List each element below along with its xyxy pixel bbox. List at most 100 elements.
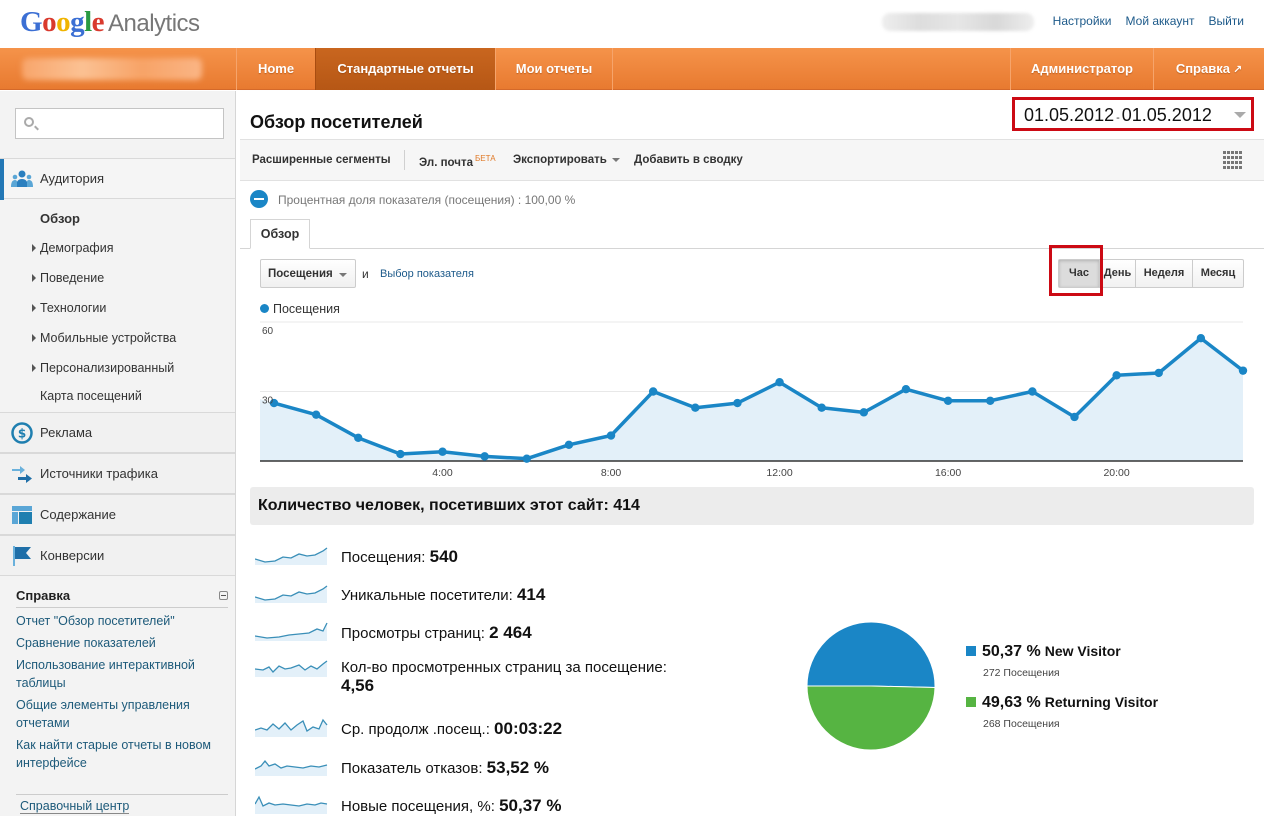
sign-out-link[interactable]: Выйти bbox=[1208, 14, 1244, 28]
email-button[interactable]: Эл. почта БЕТА bbox=[419, 154, 496, 169]
pie-slice-new-visitor[interactable] bbox=[806, 621, 936, 688]
chevron-down-icon bbox=[1234, 112, 1246, 118]
data-point-21:00 bbox=[1154, 368, 1163, 378]
nav-my-reports[interactable]: Мои отчеты bbox=[495, 48, 613, 90]
sidebar-subitem-custom[interactable]: Персонализированный bbox=[32, 361, 174, 375]
sidebar-subitem-behavior[interactable]: Поведение bbox=[32, 271, 104, 285]
sidebar-subitem-overview[interactable]: Обзор bbox=[40, 211, 80, 226]
sparkline-icon bbox=[255, 795, 328, 814]
grid-view-icon[interactable] bbox=[1223, 151, 1242, 170]
sidebar-item-audience[interactable]: Аудитория bbox=[0, 158, 235, 200]
expand-triangle-icon bbox=[32, 274, 36, 282]
data-point-10:00 bbox=[691, 403, 700, 412]
add-to-dashboard-button[interactable]: Добавить в сводку bbox=[634, 154, 743, 166]
sidebar-search-input[interactable] bbox=[15, 108, 224, 139]
expand-triangle-icon bbox=[32, 364, 36, 372]
tab-divider bbox=[240, 248, 1264, 249]
granularity-week[interactable]: Неделя bbox=[1135, 260, 1192, 287]
data-point-1:00 bbox=[311, 410, 321, 419]
expand-triangle-icon bbox=[32, 304, 36, 312]
sidebar-subitem-mobile[interactable]: Мобильные устройства bbox=[32, 331, 177, 345]
help-link[interactable]: Сравнение показателей bbox=[16, 634, 228, 652]
toolbar-divider bbox=[404, 150, 405, 170]
account-name-blurred bbox=[22, 58, 202, 80]
nav-admin[interactable]: Администратор bbox=[1010, 48, 1153, 90]
help-panel-title: Справка bbox=[16, 588, 228, 608]
nav-home[interactable]: Home bbox=[236, 48, 315, 90]
legend-percent: 49,63 % bbox=[982, 694, 1041, 711]
stat-label: Кол-во просмотренных страниц за посещени… bbox=[341, 659, 667, 676]
data-point-2:00 bbox=[354, 433, 363, 443]
stat-label: Ср. продолж .посещ.: bbox=[341, 721, 495, 738]
legend-swatch bbox=[966, 697, 976, 707]
settings-link[interactable]: Настройки bbox=[1053, 14, 1112, 28]
nav-standard-reports[interactable]: Стандартные отчеты bbox=[315, 48, 495, 90]
flag-icon bbox=[13, 546, 31, 566]
sidebar-item-label: Источники трафика bbox=[40, 466, 158, 481]
segment-indicator: Процентная доля показателя (посещения) :… bbox=[250, 190, 575, 208]
help-panel: Справка Отчет "Обзор посетителей" Сравне… bbox=[16, 588, 228, 772]
sparkline-line bbox=[255, 795, 328, 807]
export-label: Экспортировать bbox=[513, 154, 607, 166]
sparkline-area bbox=[255, 761, 327, 776]
help-center-link[interactable]: Справочный центр bbox=[20, 799, 130, 814]
sidebar-item-advertising[interactable]: $ Реклама bbox=[0, 412, 235, 453]
account-selector[interactable] bbox=[0, 48, 236, 90]
stat-label: Уникальные посетители: bbox=[341, 587, 517, 604]
sidebar-subitem-technology[interactable]: Технологии bbox=[32, 301, 106, 315]
date-range-picker[interactable]: 01.05.2012-01.05.2012 bbox=[1012, 97, 1254, 131]
granularity-day[interactable]: День bbox=[1099, 260, 1135, 287]
data-point-13:00 bbox=[817, 403, 826, 412]
beta-badge: БЕТА bbox=[474, 154, 496, 163]
sidebar-subitem-visitors-flow[interactable]: Карта посещений bbox=[40, 389, 142, 403]
x-tick-label: 12:00 bbox=[766, 467, 792, 479]
sidebar-subitem-demographics[interactable]: Демография bbox=[32, 241, 114, 255]
advanced-segments-button[interactable]: Расширенные сегменты bbox=[252, 154, 391, 166]
visitor-type-pie-chart bbox=[806, 621, 936, 751]
metric-select-value: Посещения bbox=[268, 268, 333, 280]
help-link[interactable]: Отчет "Обзор посетителей" bbox=[16, 612, 228, 630]
tab-overview[interactable]: Обзор bbox=[250, 219, 310, 249]
data-point-5:00 bbox=[480, 452, 489, 461]
layout-icon bbox=[12, 506, 32, 524]
collapse-icon[interactable] bbox=[219, 591, 228, 600]
select-metric-link[interactable]: Выбор показателя bbox=[380, 268, 474, 280]
arrows-icon bbox=[12, 466, 32, 483]
metric-select[interactable]: Посещения bbox=[260, 259, 356, 288]
legend-swatch bbox=[966, 646, 976, 656]
google-analytics-logo[interactable]: Google Analytics bbox=[20, 6, 200, 39]
chevron-down-icon bbox=[339, 273, 347, 277]
granularity-month[interactable]: Месяц bbox=[1192, 260, 1243, 287]
stat-text: Новые посещения, %: 50,37 % bbox=[341, 796, 561, 816]
x-tick-label: 16:00 bbox=[935, 467, 961, 479]
help-link[interactable]: Общие элементы управления отчетами bbox=[16, 696, 228, 732]
data-point-7:00 bbox=[564, 440, 574, 449]
help-link[interactable]: Как найти старые отчеты в новом интерфей… bbox=[16, 736, 228, 772]
logo-letter: o bbox=[42, 6, 57, 38]
subitem-label: Мобильные устройства bbox=[40, 331, 177, 345]
logo-letter: o bbox=[56, 6, 71, 38]
active-indicator bbox=[0, 159, 4, 200]
page-title: Обзор посетителей bbox=[250, 112, 423, 132]
legend-dot bbox=[260, 304, 269, 313]
segment-dot-icon bbox=[250, 190, 268, 208]
logo-letter: g bbox=[70, 6, 85, 38]
stat-label: Посещения: bbox=[341, 549, 430, 566]
sidebar-item-content[interactable]: Содержание bbox=[0, 494, 235, 535]
pie-slice-returning-visitor[interactable] bbox=[806, 685, 936, 751]
logo-letter: G bbox=[20, 6, 43, 38]
sparkline-icon bbox=[255, 585, 328, 603]
export-button[interactable]: Экспортировать bbox=[513, 154, 620, 166]
data-point-16:00 bbox=[943, 396, 953, 405]
nav-help[interactable]: Справка ↗ bbox=[1153, 48, 1264, 90]
data-point-22:00 bbox=[1196, 334, 1206, 343]
data-point-8:00 bbox=[606, 431, 616, 440]
data-point-4:00 bbox=[438, 447, 447, 456]
stat-label: Новые посещения, %: bbox=[341, 798, 500, 815]
sidebar-item-traffic-sources[interactable]: Источники трафика bbox=[0, 453, 235, 494]
help-link[interactable]: Использование интерактивной таблицы bbox=[16, 656, 228, 692]
sidebar-item-conversions[interactable]: Конверсии bbox=[0, 535, 235, 576]
subitem-label: Демография bbox=[40, 241, 114, 255]
my-account-link[interactable]: Мой аккаунт bbox=[1126, 14, 1195, 28]
stat-value: 00:03:22 bbox=[494, 719, 563, 738]
